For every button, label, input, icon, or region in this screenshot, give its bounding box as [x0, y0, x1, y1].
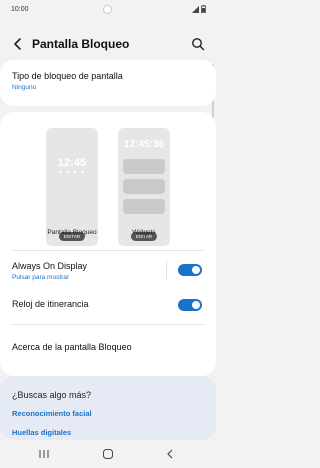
- recents-icon[interactable]: [37, 448, 51, 460]
- back-nav-icon[interactable]: [163, 448, 177, 460]
- app-header: Pantalla Bloqueo: [0, 30, 216, 58]
- page-title: Pantalla Bloqueo: [32, 37, 130, 51]
- always-on-display-title: Always On Display: [12, 261, 88, 271]
- lock-type-title: Tipo de bloqueo de pantalla: [12, 71, 123, 81]
- preview-notification-dots: ● ● ● ●: [58, 170, 86, 176]
- lock-type-card[interactable]: Tipo de bloqueo de pantalla Ninguno: [0, 60, 216, 106]
- signal-icon: [192, 5, 199, 13]
- roaming-clock-toggle[interactable]: [178, 299, 202, 311]
- preview-clock: 12:45: [57, 157, 87, 169]
- navigation-bar: [0, 440, 216, 468]
- back-arrow-icon[interactable]: [10, 36, 26, 52]
- widgets-preview-label: Widgets: [132, 229, 156, 236]
- widget-placeholder: [123, 179, 165, 194]
- fingerprints-link[interactable]: Huellas digitales: [12, 428, 71, 437]
- lockscreen-settings-card: 12:45 ● ● ● ● EDITAR Pantalla Bloqueo 12…: [0, 112, 216, 376]
- always-on-display-subtitle: Pulsar para mostrar: [12, 274, 70, 281]
- lockscreen-preview-label: Pantalla Bloqueo: [47, 229, 97, 236]
- home-icon[interactable]: [101, 448, 115, 460]
- roaming-clock-row[interactable]: Reloj de itinerancia: [0, 290, 216, 320]
- front-camera: [103, 5, 112, 14]
- roaming-clock-title: Reloj de itinerancia: [12, 299, 89, 309]
- about-lockscreen-title: Acerca de la pantalla Bloqueo: [12, 342, 132, 352]
- always-on-display-row[interactable]: Always On Display Pulsar para mostrar: [0, 250, 216, 290]
- widget-placeholder: [123, 199, 165, 214]
- status-bar: 10:00: [0, 0, 216, 18]
- divider: [12, 324, 204, 325]
- suggestions-heading: ¿Buscas algo más?: [12, 390, 92, 400]
- search-icon[interactable]: [190, 36, 206, 52]
- toggle-knob: [191, 265, 201, 275]
- status-icons: [192, 5, 206, 13]
- status-time: 10:00: [11, 6, 29, 13]
- face-recognition-link[interactable]: Reconocimiento facial: [12, 409, 92, 418]
- row-separator: [166, 261, 167, 279]
- always-on-display-toggle[interactable]: [178, 264, 202, 276]
- suggestions-card: ¿Buscas algo más? Reconocimiento facial …: [0, 376, 216, 440]
- toggle-knob: [191, 300, 201, 310]
- widget-placeholder: [123, 159, 165, 174]
- battery-icon: [201, 5, 206, 13]
- widgets-preview-clock: 12:45:36: [123, 139, 165, 150]
- about-lockscreen-row[interactable]: Acerca de la pantalla Bloqueo: [0, 332, 216, 362]
- lock-type-value: Ninguno: [12, 84, 37, 91]
